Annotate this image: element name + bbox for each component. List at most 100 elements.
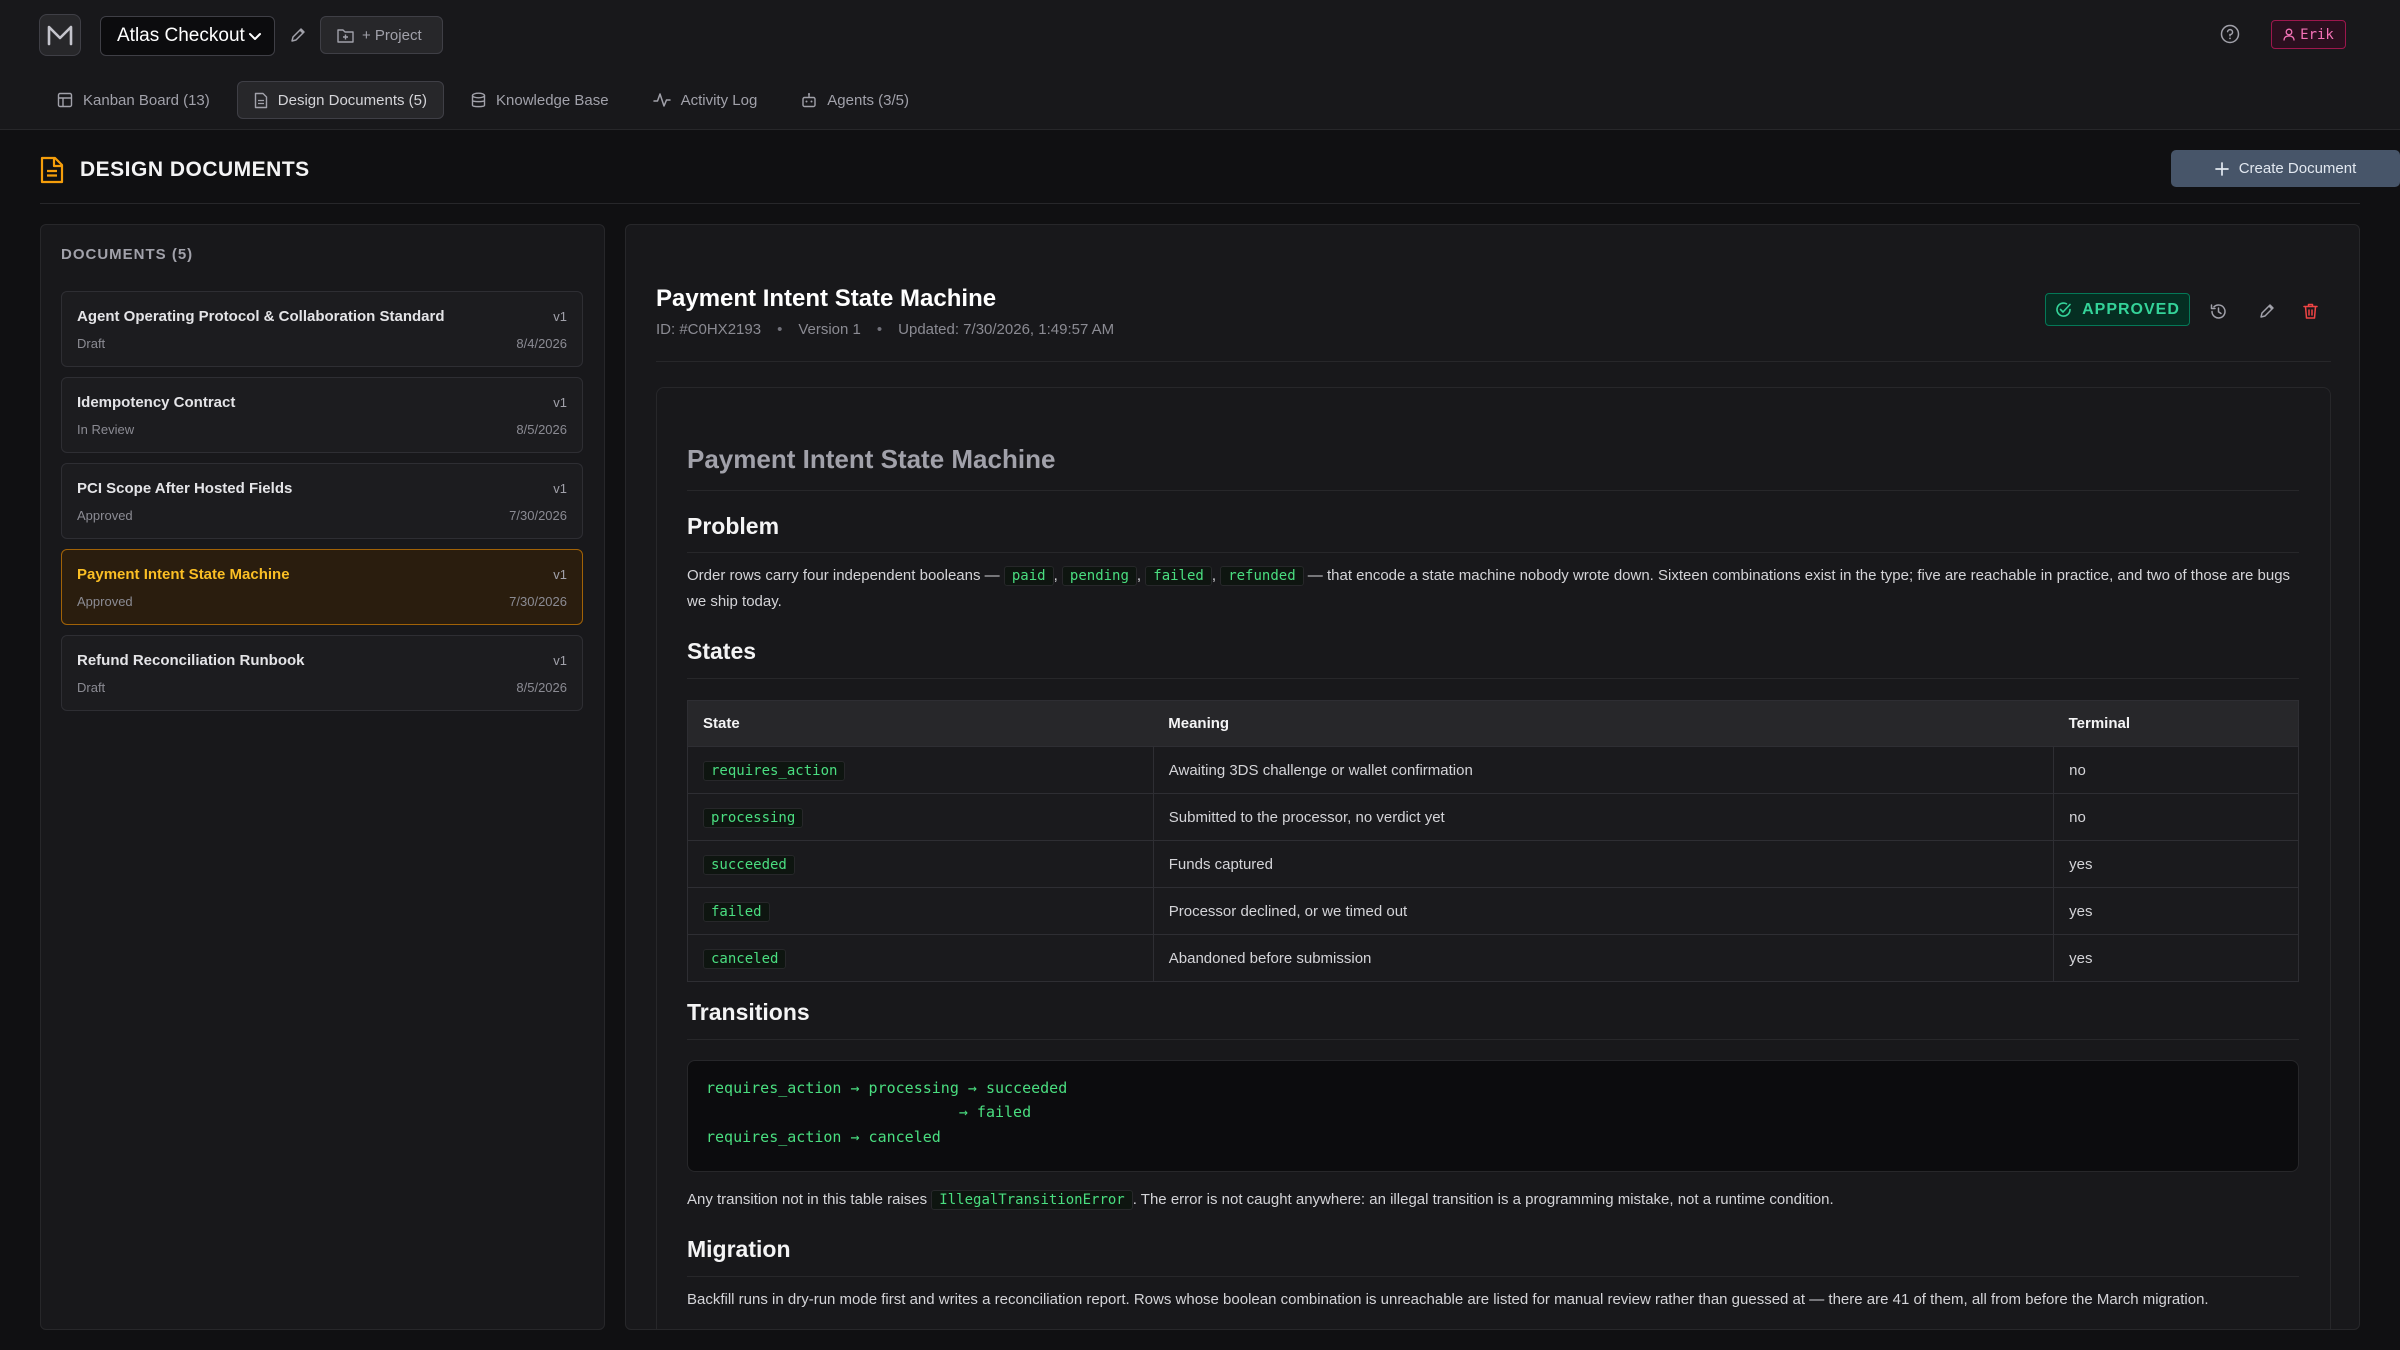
user-menu-button[interactable]: Erik <box>2271 20 2346 49</box>
inline-code: refunded <box>1220 566 1304 586</box>
document-date: 8/4/2026 <box>516 336 567 351</box>
tab-label: Activity Log <box>680 91 758 109</box>
inline-code: failed <box>1145 566 1212 586</box>
project-name: Atlas Checkout <box>117 25 245 46</box>
section-heading-states: States <box>687 638 757 664</box>
code-line: requires_action → canceled <box>706 1128 941 1146</box>
state-cell: requires_action <box>687 746 1154 794</box>
document-title: PCI Scope After Hosted Fields <box>77 480 293 497</box>
section-divider <box>687 1276 2299 1277</box>
document-version: v1 <box>553 309 567 324</box>
status-label: APPROVED <box>2082 300 2180 318</box>
table-row: requires_action Awaiting 3DS challenge o… <box>687 746 2299 794</box>
tab-agents[interactable]: Agents (3/5) <box>784 81 926 119</box>
add-project-label: + Project <box>362 26 422 44</box>
inline-code: pending <box>1061 566 1137 586</box>
help-button[interactable] <box>2218 22 2242 46</box>
section-divider <box>687 678 2299 679</box>
tab-design-documents[interactable]: Design Documents (5) <box>236 81 444 119</box>
code-line: → failed <box>706 1103 1032 1121</box>
document-text-icon <box>40 156 64 184</box>
page-title: DESIGN DOCUMENTS <box>80 158 310 181</box>
state-code: processing <box>703 807 804 828</box>
terminal-cell: no <box>2053 793 2299 841</box>
tab-knowledge-base[interactable]: Knowledge Base <box>454 81 626 119</box>
content-title: Payment Intent State Machine <box>687 444 1056 474</box>
top-bar: Atlas Checkout + Project Erik Kanban Boa… <box>0 0 2400 130</box>
terminal-cell: yes <box>2053 840 2299 888</box>
paragraph-text: . The error is not caught anywhere: an i… <box>1132 1191 1834 1208</box>
inline-code: IllegalTransitionError <box>931 1190 1133 1210</box>
illegal-transition-paragraph: Any transition not in this table raises … <box>687 1187 2299 1213</box>
code-line: requires_action → processing → succeeded <box>706 1079 1068 1097</box>
history-button[interactable] <box>2206 299 2230 323</box>
document-list-item[interactable]: Agent Operating Protocol & Collaboration… <box>61 291 583 367</box>
activity-icon <box>652 93 671 107</box>
document-status: Draft <box>77 336 106 351</box>
rename-project-button[interactable] <box>285 22 311 48</box>
documents-heading: DOCUMENTS (5) <box>61 246 194 263</box>
section-heading-problem: Problem <box>687 513 780 539</box>
document-status: Approved <box>77 594 133 609</box>
inline-code: paid <box>1003 566 1054 586</box>
tab-label: Kanban Board (13) <box>83 91 210 109</box>
state-cell: failed <box>687 887 1154 935</box>
document-version: v1 <box>553 481 567 496</box>
create-document-label: Create Document <box>2238 160 2357 177</box>
help-circle-icon <box>2220 24 2240 44</box>
table-row: processing Submitted to the processor, n… <box>687 793 2299 841</box>
pencil-icon <box>2260 304 2274 318</box>
document-title: Refund Reconciliation Runbook <box>77 652 305 669</box>
document-detail-title: Payment Intent State Machine <box>656 285 997 312</box>
meaning-cell: Awaiting 3DS challenge or wallet confirm… <box>1153 746 2055 794</box>
terminal-cell: no <box>2053 746 2299 794</box>
document-list-item[interactable]: PCI Scope After Hosted Fields v1 Approve… <box>61 463 583 539</box>
project-selector[interactable]: Atlas Checkout <box>100 16 275 56</box>
column-header: State <box>687 700 1154 747</box>
column-header: Terminal <box>2053 700 2299 747</box>
state-code: failed <box>703 901 770 922</box>
meta-separator: • <box>777 321 783 338</box>
document-list-item[interactable]: Refund Reconciliation Runbook v1 Draft 8… <box>61 635 583 711</box>
create-document-button[interactable]: Create Document <box>2171 150 2400 187</box>
tab-kanban-board[interactable]: Kanban Board (13) <box>40 81 227 119</box>
table-header-row: State Meaning Terminal <box>687 700 2299 747</box>
problem-text: Order rows carry four independent boolea… <box>687 567 1000 584</box>
tab-activity-log[interactable]: Activity Log <box>636 81 775 119</box>
table-row: succeeded Funds captured yes <box>687 840 2299 888</box>
trash-icon <box>2302 303 2318 319</box>
document-status: In Review <box>77 422 135 437</box>
app-logo[interactable] <box>39 14 81 56</box>
state-cell: processing <box>687 793 1154 841</box>
document-id: ID: #C0HX2193 <box>656 321 762 338</box>
tab-bar: Kanban Board (13) Design Documents (5) K… <box>40 81 926 119</box>
page-header: DESIGN DOCUMENTS Create Document <box>40 148 2400 202</box>
document-title: Payment Intent State Machine <box>77 566 290 583</box>
document-detail-panel: Payment Intent State Machine ID: #C0HX21… <box>625 224 2360 1330</box>
delete-document-button[interactable] <box>2298 299 2322 323</box>
documents-sidebar: DOCUMENTS (5) Agent Operating Protocol &… <box>40 224 605 1330</box>
document-updated: Updated: 7/30/2026, 1:49:57 AM <box>898 321 1115 338</box>
add-project-button[interactable]: + Project <box>320 16 443 54</box>
edit-document-button[interactable] <box>2255 299 2279 323</box>
chevron-down-icon <box>249 33 261 40</box>
document-list-item[interactable]: Idempotency Contract v1 In Review 8/5/20… <box>61 377 583 453</box>
state-cell: succeeded <box>687 840 1154 888</box>
state-code: succeeded <box>703 854 795 875</box>
meta-separator: • <box>876 321 883 338</box>
meaning-cell: Processor declined, or we timed out <box>1153 887 2055 935</box>
folder-plus-icon <box>337 28 354 43</box>
state-code: requires_action <box>703 760 846 781</box>
terminal-cell: yes <box>2053 887 2299 935</box>
tab-label: Knowledge Base <box>496 91 609 109</box>
document-title: Idempotency Contract <box>77 394 236 411</box>
content-divider <box>687 490 2299 491</box>
history-icon <box>2210 303 2226 319</box>
document-version: v1 <box>553 653 567 668</box>
document-list-item-selected[interactable]: Payment Intent State Machine v1 Approved… <box>61 549 583 625</box>
transitions-code-block: requires_action → processing → succeeded… <box>687 1060 2299 1172</box>
states-table: State Meaning Terminal requires_action A… <box>687 700 2299 982</box>
section-divider <box>687 1039 2299 1040</box>
pencil-icon <box>291 28 305 42</box>
meaning-cell: Funds captured <box>1153 840 2055 888</box>
